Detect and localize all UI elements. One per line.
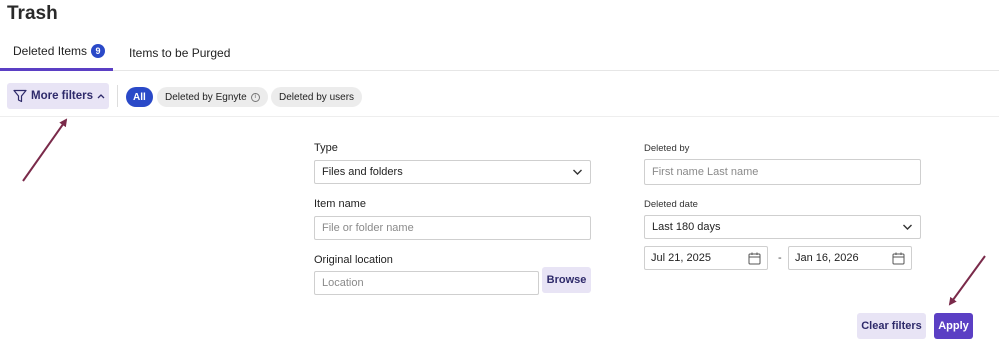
type-select[interactable]: Files and folders — [314, 160, 591, 184]
tab-deleted-items-label: Deleted Items — [13, 44, 88, 58]
location-input[interactable]: Location — [314, 271, 539, 295]
deleted-date-select-value: Last 180 days — [652, 221, 721, 233]
chip-deleted-by-egnyte[interactable]: Deleted by Egnyte i — [157, 87, 268, 107]
deleted-date-label: Deleted date — [644, 199, 698, 210]
date-to-value: Jan 16, 2026 — [795, 252, 859, 264]
annotation-arrow-more-filters — [22, 118, 68, 182]
date-to-input[interactable]: Jan 16, 2026 — [788, 246, 912, 270]
chip-deleted-by-users-label: Deleted by users — [279, 91, 355, 103]
chip-all-label: All — [133, 91, 146, 103]
browse-button[interactable]: Browse — [542, 267, 591, 293]
chevron-down-icon — [903, 224, 912, 230]
more-filters-label: More filters — [31, 90, 93, 102]
deleted-by-placeholder: First name Last name — [652, 166, 759, 178]
toolbar-divider — [117, 85, 118, 107]
filter-toolbar: More filters All Deleted by Egnyte i Del… — [0, 71, 999, 117]
annotation-arrow-apply — [948, 255, 986, 306]
tab-items-to-be-purged-label: Items to be Purged — [129, 45, 231, 60]
tab-deleted-items[interactable]: Deleted Items 9 — [0, 34, 113, 71]
chip-deleted-by-users[interactable]: Deleted by users — [271, 87, 363, 107]
deleted-by-label: Deleted by — [644, 143, 690, 154]
location-placeholder: Location — [322, 277, 364, 289]
type-label: Type — [314, 142, 338, 154]
chevron-up-icon — [97, 94, 105, 99]
calendar-icon[interactable] — [748, 252, 761, 265]
tab-items-to-be-purged[interactable]: Items to be Purged — [129, 34, 230, 71]
item-name-placeholder: File or folder name — [322, 222, 414, 234]
chip-all[interactable]: All — [126, 87, 153, 107]
tab-bar: Deleted Items 9 Items to be Purged — [0, 34, 999, 71]
item-name-label: Item name — [314, 198, 366, 210]
date-from-input[interactable]: Jul 21, 2025 — [644, 246, 768, 270]
page-title: Trash — [7, 3, 58, 24]
deleted-date-select[interactable]: Last 180 days — [644, 215, 921, 239]
original-location-label: Original location — [314, 254, 393, 266]
deleted-by-input[interactable]: First name Last name — [644, 159, 921, 185]
date-from-value: Jul 21, 2025 — [651, 252, 711, 264]
apply-button[interactable]: Apply — [934, 313, 973, 339]
chip-deleted-by-egnyte-label: Deleted by Egnyte — [165, 91, 247, 103]
chevron-down-icon — [573, 169, 582, 175]
type-select-value: Files and folders — [322, 166, 403, 178]
date-range-separator: - — [778, 252, 782, 264]
deleted-items-count-badge: 9 — [91, 44, 106, 58]
calendar-icon[interactable] — [892, 252, 905, 265]
info-icon[interactable]: i — [250, 92, 260, 102]
clear-filters-button[interactable]: Clear filters — [857, 313, 926, 339]
funnel-icon — [13, 89, 27, 103]
more-filters-button[interactable]: More filters — [7, 83, 109, 109]
item-name-input[interactable]: File or folder name — [314, 216, 591, 240]
